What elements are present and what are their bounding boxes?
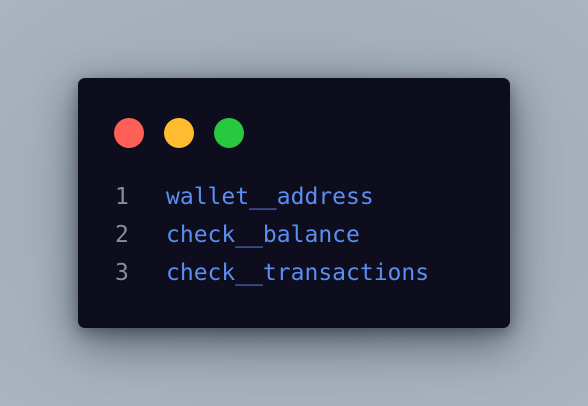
code-window: 1 wallet__address 2 check__balance 3 che…: [78, 78, 510, 328]
code-line-text: check__balance: [166, 222, 360, 248]
line-number: 2: [115, 222, 129, 248]
minimize-window-dot[interactable]: [164, 118, 194, 148]
maximize-window-dot[interactable]: [214, 118, 244, 148]
close-window-dot[interactable]: [114, 118, 144, 148]
code-line: 1 wallet__address: [78, 178, 510, 216]
line-number: 1: [115, 184, 129, 210]
code-line-text: wallet__address: [166, 184, 374, 210]
line-number: 3: [115, 260, 129, 286]
code-block: 1 wallet__address 2 check__balance 3 che…: [78, 178, 510, 292]
code-line: 2 check__balance: [78, 216, 510, 254]
code-line-text: check__transactions: [166, 260, 430, 286]
code-line: 3 check__transactions: [78, 254, 510, 292]
